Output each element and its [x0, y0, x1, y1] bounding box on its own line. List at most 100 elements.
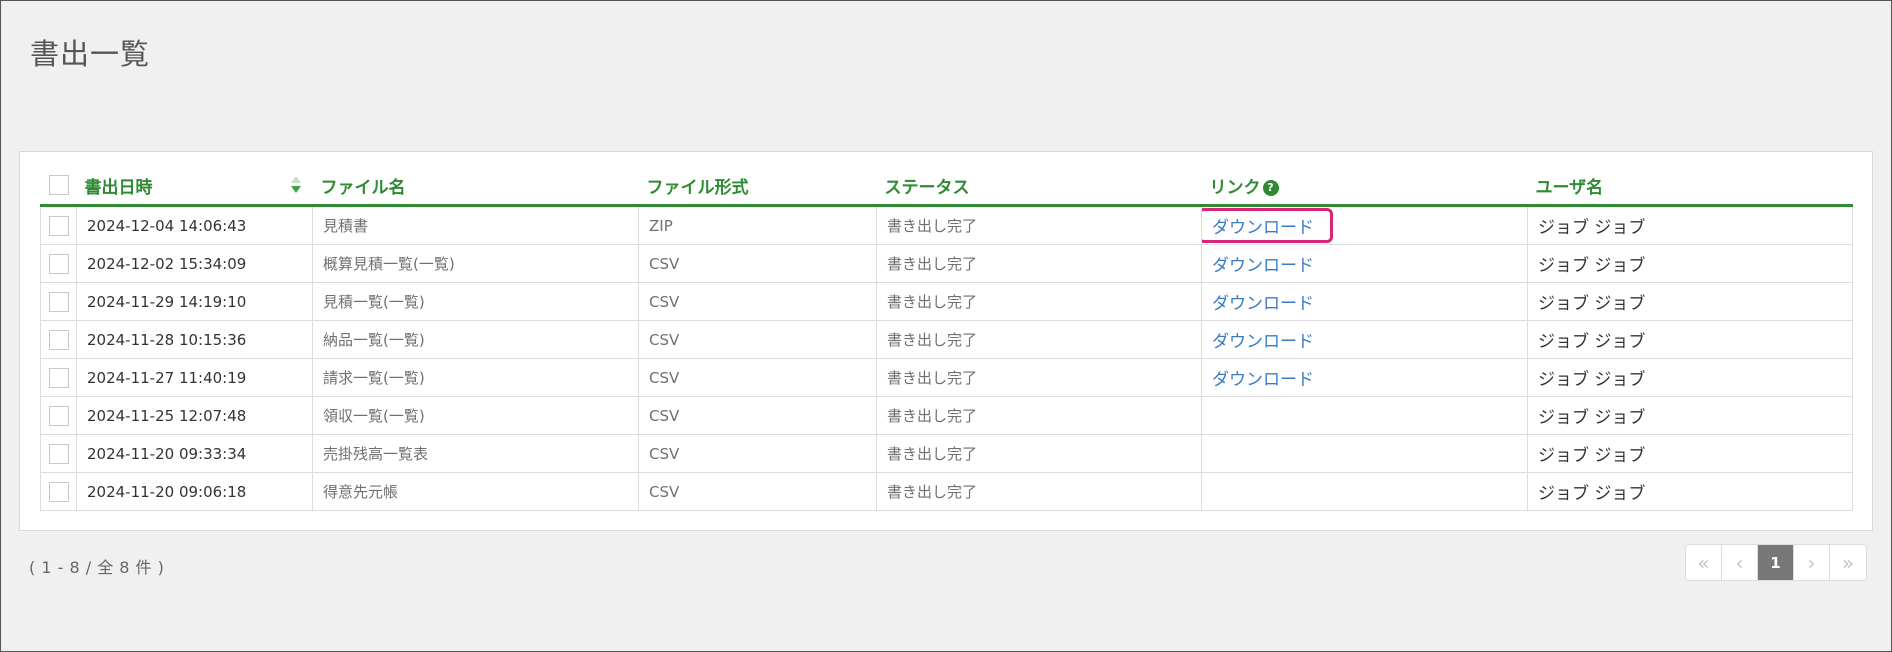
filename-cell: 請求一覧(一覧) — [312, 358, 639, 397]
format-cell: CSV — [638, 396, 877, 435]
download-link[interactable]: ダウンロード — [1212, 294, 1314, 314]
column-header-link: リンク? — [1201, 166, 1528, 207]
column-header-user-label: ユーザ名 — [1535, 177, 1604, 198]
link-cell: ダウンロード — [1201, 358, 1528, 397]
table-header-row: 書出日時 ファイル名 ファイル形式 ステータス リンク? ユーザ名 — [40, 166, 1853, 207]
link-cell: ダウンロード — [1201, 244, 1528, 283]
status-cell: 書き出し完了 — [876, 358, 1202, 397]
filename-cell: 領収一覧(一覧) — [312, 396, 639, 435]
row-checkbox[interactable] — [48, 405, 69, 426]
table-row: 2024-11-28 10:15:36 納品一覧(一覧) CSV 書き出し完了 … — [40, 320, 1853, 359]
user-cell: ジョブ ジョブ — [1527, 472, 1853, 511]
format-cell: CSV — [638, 358, 877, 397]
column-header-datetime-label: 書出日時 — [84, 177, 153, 198]
download-link[interactable]: ダウンロード — [1212, 332, 1314, 352]
datetime-cell: 2024-11-20 09:06:18 — [76, 472, 313, 511]
row-select-cell — [40, 282, 77, 321]
row-checkbox[interactable] — [48, 291, 69, 312]
first-page-button[interactable]: « — [1686, 545, 1722, 580]
status-cell: 書き出し完了 — [876, 396, 1202, 435]
table-row: 2024-12-02 15:34:09 概算見積一覧(一覧) CSV 書き出し完… — [40, 244, 1853, 283]
link-cell — [1201, 396, 1528, 435]
row-select-cell — [40, 396, 77, 435]
status-cell: 書き出し完了 — [876, 244, 1202, 283]
status-cell: 書き出し完了 — [876, 434, 1202, 473]
status-cell: 書き出し完了 — [876, 205, 1202, 245]
format-cell: CSV — [638, 472, 877, 511]
row-checkbox[interactable] — [48, 253, 69, 274]
link-cell: ダウンロード — [1201, 205, 1528, 245]
column-header-filename: ファイル名 — [312, 166, 639, 207]
column-header-status-label: ステータス — [884, 177, 970, 198]
table-row: 2024-11-20 09:33:34 売掛残高一覧表 CSV 書き出し完了 ジ… — [40, 434, 1853, 473]
column-header-format: ファイル形式 — [638, 166, 877, 207]
datetime-cell: 2024-11-25 12:07:48 — [76, 396, 313, 435]
format-cell: CSV — [638, 282, 877, 321]
row-select-cell — [40, 205, 77, 245]
row-select-cell — [40, 472, 77, 511]
column-header-link-label: リンク — [1209, 177, 1261, 198]
select-all-header — [40, 166, 77, 207]
link-cell — [1201, 434, 1528, 473]
page-1-button[interactable]: 1 — [1758, 545, 1794, 580]
row-select-cell — [40, 358, 77, 397]
pagination: « ‹ 1 › » — [1685, 544, 1867, 581]
user-cell: ジョブ ジョブ — [1527, 205, 1853, 245]
user-cell: ジョブ ジョブ — [1527, 244, 1853, 283]
row-select-cell — [40, 320, 77, 359]
row-checkbox[interactable] — [48, 443, 69, 464]
link-cell: ダウンロード — [1201, 282, 1528, 321]
download-link[interactable]: ダウンロード — [1212, 370, 1314, 390]
link-cell: ダウンロード — [1201, 320, 1528, 359]
status-cell: 書き出し完了 — [876, 282, 1202, 321]
row-checkbox[interactable] — [48, 481, 69, 502]
user-cell: ジョブ ジョブ — [1527, 396, 1853, 435]
last-page-button[interactable]: » — [1830, 545, 1866, 580]
sort-icon[interactable] — [290, 176, 301, 194]
column-header-status: ステータス — [876, 166, 1202, 207]
filename-cell: 見積一覧(一覧) — [312, 282, 639, 321]
filename-cell: 見積書 — [312, 205, 639, 245]
format-cell: CSV — [638, 434, 877, 473]
filename-cell: 売掛残高一覧表 — [312, 434, 639, 473]
user-cell: ジョブ ジョブ — [1527, 358, 1853, 397]
help-icon[interactable]: ? — [1262, 179, 1279, 196]
column-header-filename-label: ファイル名 — [320, 177, 406, 198]
column-header-format-label: ファイル形式 — [646, 177, 749, 198]
row-checkbox[interactable] — [48, 367, 69, 388]
format-cell: ZIP — [638, 205, 877, 245]
download-link[interactable]: ダウンロード — [1212, 256, 1314, 276]
filename-cell: 概算見積一覧(一覧) — [312, 244, 639, 283]
row-select-cell — [40, 434, 77, 473]
datetime-cell: 2024-11-20 09:33:34 — [76, 434, 313, 473]
page-title: 書出一覧 — [30, 37, 151, 71]
prev-page-button[interactable]: ‹ — [1722, 545, 1758, 580]
datetime-cell: 2024-12-04 14:06:43 — [76, 205, 313, 245]
download-link[interactable]: ダウンロード — [1212, 218, 1314, 238]
status-cell: 書き出し完了 — [876, 472, 1202, 511]
datetime-cell: 2024-12-02 15:34:09 — [76, 244, 313, 283]
link-cell — [1201, 472, 1528, 511]
column-header-user: ユーザ名 — [1527, 166, 1853, 207]
select-all-checkbox[interactable] — [48, 175, 69, 195]
user-cell: ジョブ ジョブ — [1527, 434, 1853, 473]
filename-cell: 得意先元帳 — [312, 472, 639, 511]
highlight-box: ダウンロード — [1202, 208, 1333, 243]
range-info: ( 1 - 8 / 全 8 件 ) — [29, 558, 165, 577]
row-checkbox[interactable] — [48, 329, 69, 350]
datetime-cell: 2024-11-27 11:40:19 — [76, 358, 313, 397]
row-checkbox[interactable] — [48, 215, 69, 236]
table-row: 2024-11-29 14:19:10 見積一覧(一覧) CSV 書き出し完了 … — [40, 282, 1853, 321]
table-row: 2024-11-20 09:06:18 得意先元帳 CSV 書き出し完了 ジョブ… — [40, 472, 1853, 511]
format-cell: CSV — [638, 320, 877, 359]
export-list-panel: 書出日時 ファイル名 ファイル形式 ステータス リンク? ユーザ名 2024-1… — [19, 151, 1873, 531]
export-table: 書出日時 ファイル名 ファイル形式 ステータス リンク? ユーザ名 2024-1… — [40, 166, 1853, 511]
status-cell: 書き出し完了 — [876, 320, 1202, 359]
user-cell: ジョブ ジョブ — [1527, 282, 1853, 321]
format-cell: CSV — [638, 244, 877, 283]
column-header-datetime[interactable]: 書出日時 — [76, 166, 313, 207]
next-page-button[interactable]: › — [1794, 545, 1830, 580]
table-row: 2024-11-25 12:07:48 領収一覧(一覧) CSV 書き出し完了 … — [40, 396, 1853, 435]
datetime-cell: 2024-11-29 14:19:10 — [76, 282, 313, 321]
table-row: 2024-12-04 14:06:43 見積書 ZIP 書き出し完了 ダウンロー… — [40, 205, 1853, 245]
